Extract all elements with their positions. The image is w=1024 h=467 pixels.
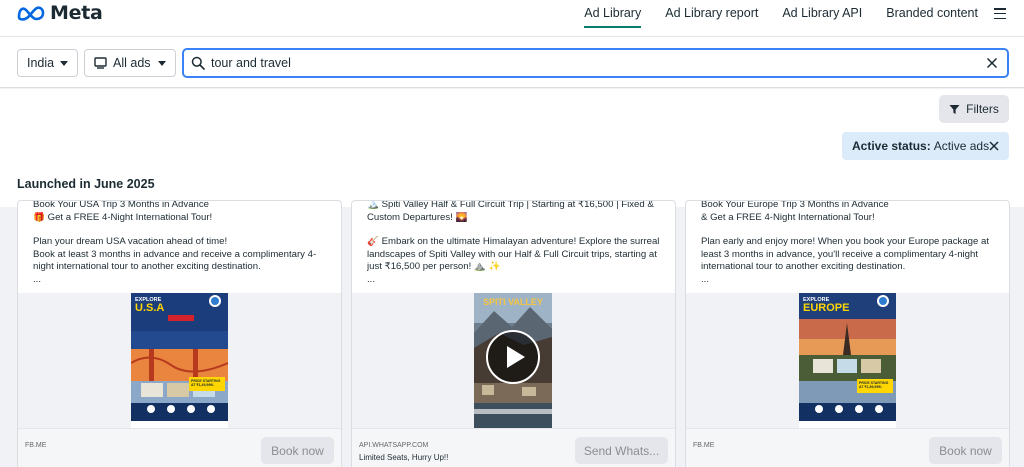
- nav-link-ad-library-report[interactable]: Ad Library report: [665, 6, 758, 28]
- ad-text-line: 🎁 Get a FREE 4-Night International Tour!: [33, 211, 213, 223]
- search-input[interactable]: [211, 56, 971, 70]
- ad-text-line: Book at least 3 months in advance and re…: [33, 248, 317, 260]
- ad-text-line: Book Your Europe Trip 3 Months in Advanc…: [701, 200, 889, 210]
- filters-label: Filters: [966, 102, 999, 116]
- nav-link-ad-library-api[interactable]: Ad Library API: [782, 6, 862, 28]
- ad-text-line: 🎸 Embark on the ultimate Himalayan adven…: [367, 236, 660, 248]
- play-video-button[interactable]: [486, 330, 540, 384]
- ad-link-domain: FB.ME: [25, 442, 47, 449]
- send-whatsapp-button[interactable]: Send Whats...: [575, 437, 668, 464]
- ad-text-line: ...: [33, 273, 41, 285]
- search-bar: India All ads: [0, 36, 1024, 88]
- meta-infinity-icon: [17, 6, 45, 21]
- clear-search-icon[interactable]: [986, 57, 998, 69]
- book-now-button[interactable]: Book now: [261, 437, 334, 464]
- ad-media[interactable]: SPITI VALLEY: [352, 293, 675, 428]
- play-icon: [507, 346, 525, 368]
- ad-text-line: ...: [701, 273, 709, 285]
- ad-text-line: Book Your USA Trip 3 Months in Advance: [33, 200, 209, 210]
- ad-body-text: Book Your USA Trip 3 Months in Advance 🎁…: [33, 201, 329, 287]
- menu-icon[interactable]: [994, 8, 1006, 19]
- poster-title: EUROPE: [803, 302, 850, 314]
- ad-text-line: & Get a FREE 4-Night International Tour!: [701, 211, 875, 223]
- ad-link-domain: API.WHATSAPP.COM: [359, 442, 429, 449]
- poster-title: U.S.A: [135, 302, 165, 314]
- europe-poster-image: EXPLORE EUROPE PRICE STARTING AT ₹1,89,9…: [799, 293, 896, 428]
- nav-link-ad-library[interactable]: Ad Library: [584, 6, 642, 28]
- ad-footer: API.WHATSAPP.COM Limited Seats, Hurry Up…: [352, 428, 675, 467]
- poster-title: SPITI VALLEY: [483, 297, 543, 307]
- ad-body-text: Book Your Europe Trip 3 Months in Advanc…: [701, 201, 997, 287]
- usa-poster-image: EXPLORE U.S.A PRICE STARTING AT ₹1,49,99…: [131, 293, 228, 428]
- ad-text-line: just ₹16,500 per person! ⛰️ ✨: [367, 261, 501, 273]
- search-icon: [191, 56, 205, 70]
- ad-footer: FB.ME Book now: [686, 428, 1009, 467]
- poster-price: PRICE STARTING AT ₹1,89,999/-: [859, 381, 889, 389]
- nav-links: Ad Library Ad Library report Ad Library …: [584, 6, 978, 28]
- ad-footer: FB.ME Book now: [18, 428, 341, 467]
- ad-link-domain: FB.ME: [693, 442, 715, 449]
- caret-down-icon: [60, 61, 68, 66]
- section-title: Launched in June 2025: [17, 177, 155, 191]
- nav-link-branded-content[interactable]: Branded content: [886, 6, 978, 28]
- filter-area: Filters Active status: Active ads Launch…: [0, 89, 1024, 207]
- brand-name: Meta: [50, 2, 103, 24]
- top-navigation: Meta Ad Library Ad Library report Ad Lib…: [0, 0, 1024, 36]
- ad-type-value: All ads: [113, 56, 151, 70]
- ad-text-line: landscapes of Spiti Valley with our Half…: [367, 248, 657, 260]
- ad-type-dropdown[interactable]: All ads: [84, 49, 176, 77]
- ad-text-line: Plan early and enjoy more! When you book…: [701, 236, 989, 248]
- country-dropdown[interactable]: India: [17, 49, 78, 77]
- country-value: India: [27, 56, 55, 70]
- active-status-value: Active ads: [933, 139, 990, 153]
- ad-media[interactable]: EXPLORE U.S.A PRICE STARTING AT ₹1,49,99…: [18, 293, 341, 428]
- ad-card-usa: Book Your USA Trip 3 Months in Advance 🎁…: [17, 200, 342, 467]
- search-field[interactable]: [182, 48, 1009, 78]
- ad-card-europe: Book Your Europe Trip 3 Months in Advanc…: [685, 200, 1010, 467]
- poster-price: PRICE STARTING AT ₹1,49,999/-: [191, 379, 221, 387]
- ad-text-line: Plan your dream USA vacation ahead of ti…: [33, 236, 228, 248]
- monitor-icon: [94, 57, 107, 69]
- remove-filter-icon[interactable]: [989, 141, 999, 151]
- ad-card-spiti: 🏔️ Spiti Valley Half & Full Circuit Trip…: [351, 200, 676, 467]
- filters-button[interactable]: Filters: [939, 95, 1009, 123]
- ad-text-line: night international tour to another exci…: [33, 261, 261, 273]
- meta-logo[interactable]: Meta: [16, 2, 103, 24]
- ad-text-line: Custom Departures! 🌄: [367, 211, 468, 223]
- ad-text-line: ...: [367, 273, 375, 285]
- ad-text-line: least 3 months in advance, you'll receiv…: [701, 248, 978, 260]
- active-status-label: Active status:: [852, 139, 931, 153]
- book-now-button[interactable]: Book now: [929, 437, 1002, 464]
- ad-text-line: international tour to another exciting d…: [701, 261, 906, 273]
- caret-down-icon: [158, 61, 166, 66]
- ad-body-text: 🏔️ Spiti Valley Half & Full Circuit Trip…: [367, 201, 663, 287]
- ad-text-line: 🏔️ Spiti Valley Half & Full Circuit Trip…: [367, 200, 654, 210]
- ad-link-subtitle: Limited Seats, Hurry Up!!: [359, 453, 449, 462]
- filter-funnel-icon: [949, 104, 960, 114]
- active-status-chip: Active status: Active ads: [842, 132, 1009, 160]
- ad-media[interactable]: EXPLORE EUROPE PRICE STARTING AT ₹1,89,9…: [686, 293, 1009, 428]
